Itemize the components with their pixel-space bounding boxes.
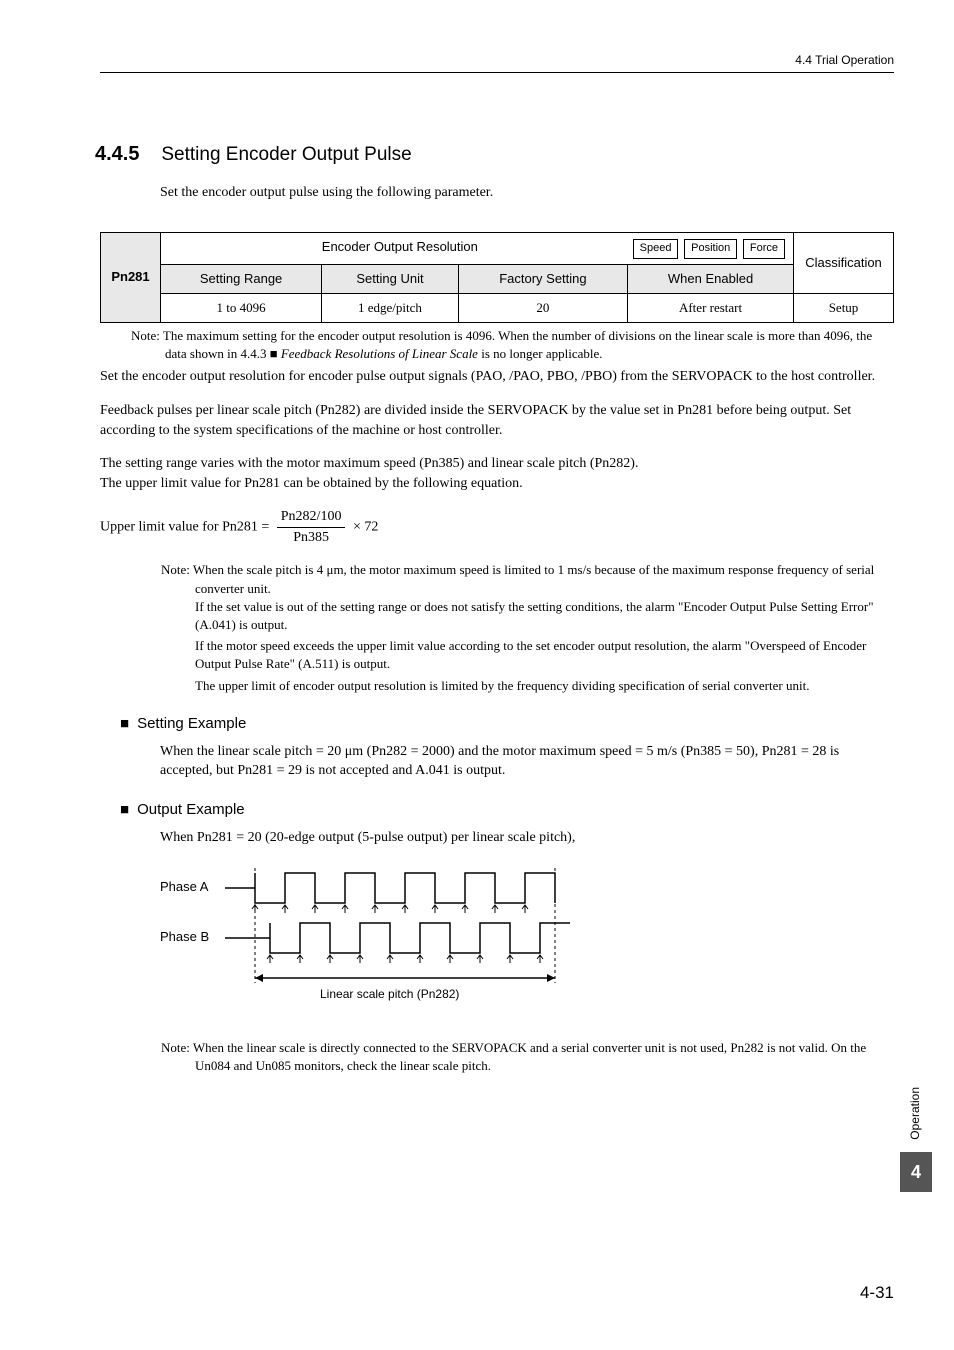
section-heading: 4.4.5 Setting Encoder Output Pulse [95, 140, 894, 169]
note-2c: If the motor speed exceeds the upper lim… [195, 637, 894, 673]
para-2: Feedback pulses per linear scale pitch (… [100, 401, 894, 440]
header-rule [100, 72, 894, 73]
param-name-row: Encoder Output Resolution Speed Position… [161, 233, 794, 264]
position-badge: Position [684, 239, 737, 258]
output-example-text: When Pn281 = 20 (20-edge output (5-pulse… [160, 828, 894, 848]
timing-diagram: Phase A Phase B [160, 863, 894, 1020]
output-example-heading: ■Output Example [120, 799, 894, 820]
side-tab-operation: Operation [907, 1087, 924, 1140]
para-3a: The setting range varies with the motor … [100, 454, 894, 474]
chapter-box: 4 [900, 1152, 932, 1192]
phase-b-label: Phase B [160, 929, 209, 944]
intro-paragraph: Set the encoder output pulse using the f… [160, 183, 894, 203]
parameter-table: Pn281 Encoder Output Resolution Speed Po… [100, 232, 894, 323]
force-badge: Force [743, 239, 785, 258]
note-1: Note: The maximum setting for the encode… [100, 327, 894, 363]
speed-badge: Speed [633, 239, 679, 258]
factory-value: 20 [458, 293, 627, 322]
classification-header: Classification [794, 233, 894, 294]
note-2a: Note: When the scale pitch is 4 μm, the … [100, 561, 894, 597]
unit-value: 1 edge/pitch [322, 293, 459, 322]
para-3b: The upper limit value for Pn281 can be o… [100, 474, 894, 494]
enabled-header: When Enabled [628, 264, 794, 293]
factory-header: Factory Setting [458, 264, 627, 293]
setting-example-heading: ■Setting Example [120, 713, 894, 734]
setting-example-text: When the linear scale pitch = 20 μm (Pn2… [160, 742, 894, 781]
note-2d: The upper limit of encoder output resolu… [195, 677, 894, 695]
pitch-label: Linear scale pitch (Pn282) [320, 987, 459, 1001]
para-1: Set the encoder output resolution for en… [100, 367, 894, 387]
phase-a-label: Phase A [160, 879, 209, 894]
enabled-value: After restart [628, 293, 794, 322]
note-3: Note: When the linear scale is directly … [100, 1039, 894, 1075]
classification-value: Setup [794, 293, 894, 322]
equation: Upper limit value for Pn281 = Pn282/100 … [100, 507, 894, 547]
note-2b: If the set value is out of the setting r… [195, 598, 894, 634]
param-name: Encoder Output Resolution [322, 239, 478, 254]
page-header-right: 4.4 Trial Operation [795, 52, 894, 69]
section-number: 4.4.5 [95, 143, 139, 165]
page-number: 4-31 [860, 1281, 894, 1305]
range-value: 1 to 4096 [161, 293, 322, 322]
param-number-cell: Pn281 [101, 233, 161, 323]
unit-header: Setting Unit [322, 264, 459, 293]
section-title: Setting Encoder Output Pulse [161, 144, 411, 165]
range-header: Setting Range [161, 264, 322, 293]
